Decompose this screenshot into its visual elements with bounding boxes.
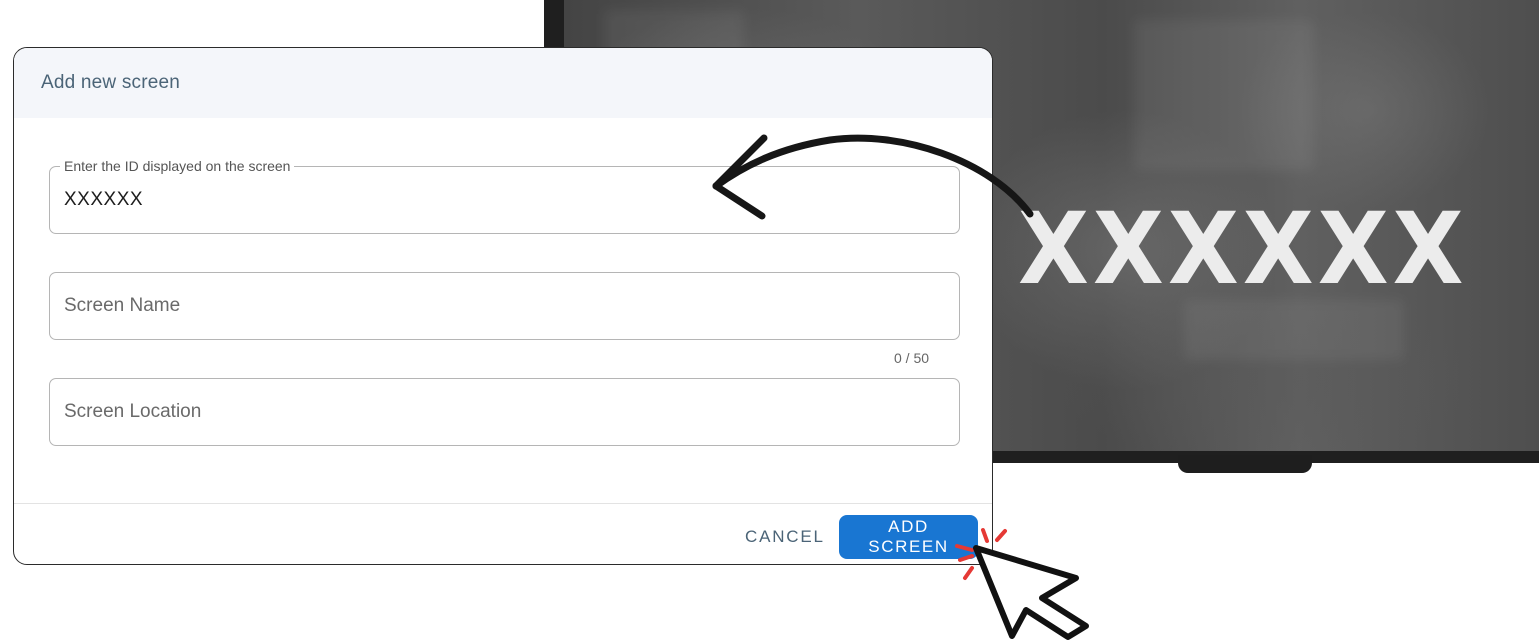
screen-name-input[interactable]: [64, 273, 945, 339]
screen-location-field[interactable]: [49, 378, 960, 446]
screen-name-counter: 0 / 50: [894, 350, 930, 366]
stage: XXXXXX Add new screen Enter the ID displ…: [0, 0, 1539, 641]
display-stand: [1178, 455, 1312, 473]
add-screen-dialog: Add new screen Enter the ID displayed on…: [13, 47, 993, 565]
screen-name-field[interactable]: [49, 272, 960, 340]
cancel-button[interactable]: CANCEL: [735, 515, 835, 559]
display-screen-id: XXXXXX: [1018, 191, 1468, 307]
screen-id-value[interactable]: XXXXXX: [64, 189, 143, 211]
dialog-title: Add new screen: [41, 72, 181, 93]
mouse-pointer-icon: [973, 545, 1089, 640]
dialog-header: Add new screen: [14, 48, 992, 118]
add-screen-button[interactable]: ADD SCREEN: [839, 515, 978, 559]
footer-divider: [14, 503, 992, 504]
screen-id-label: Enter the ID displayed on the screen: [60, 158, 295, 174]
screen-location-input[interactable]: [64, 379, 945, 445]
screen-id-field[interactable]: Enter the ID displayed on the screen XXX…: [49, 158, 960, 234]
